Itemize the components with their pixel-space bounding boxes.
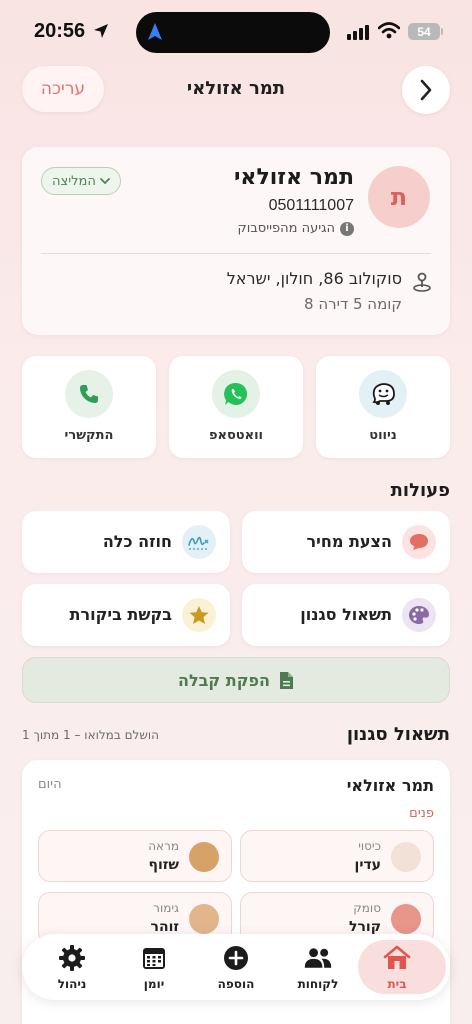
call-button[interactable]: התקשרי	[22, 356, 156, 458]
review-request-label: בקשת ביקורת	[69, 605, 172, 624]
waze-label: ניווט	[369, 428, 397, 443]
client-name: תמר אזולאי	[233, 165, 354, 190]
tab-add-label: הוספה	[217, 977, 255, 991]
swatch-category: כיסוי	[358, 839, 381, 853]
location-arrow-icon	[94, 24, 108, 38]
swatch-value: עדין	[354, 857, 381, 873]
style-questionnaire-button[interactable]: תשאול סגנון	[242, 584, 450, 646]
whatsapp-icon	[212, 370, 260, 418]
client-source-text: הגיעה מהפייסבוק	[237, 221, 336, 236]
document-icon	[280, 671, 294, 689]
client-source: i הגיעה מהפייסבוק	[237, 221, 354, 236]
create-receipt-label: הפקת קבלה	[178, 670, 271, 690]
divider	[41, 253, 431, 254]
waze-icon	[359, 370, 407, 418]
header: עריכה תמר אזולאי	[0, 64, 472, 114]
questionnaire-date: היום	[38, 777, 62, 792]
swatch-category: מראה	[148, 839, 179, 853]
chevron-down-icon	[99, 178, 110, 185]
swatch-category: סומק	[353, 901, 381, 915]
client-address[interactable]: סוקולוב 86, חולון, ישראל	[227, 269, 402, 288]
color-swatch	[391, 842, 421, 872]
badge-label: המליצה	[52, 173, 96, 189]
swatch-category: גימור	[153, 901, 179, 915]
tab-home[interactable]: בית	[356, 934, 446, 1000]
contract-label: חוזה כלה	[102, 532, 172, 551]
actions-title: פעולות	[390, 480, 450, 501]
tab-calendar-label: יומן	[143, 977, 165, 991]
calendar-icon	[139, 944, 169, 972]
add-circle-icon	[221, 944, 251, 972]
whatsapp-button[interactable]: וואטסאפ	[169, 356, 303, 458]
swatch-coverage: כיסוי עדין	[240, 830, 434, 882]
questionnaire-status: הושלם במלואו – 1 מתוך 1	[22, 728, 159, 742]
review-request-button[interactable]: בקשת ביקורת	[22, 584, 230, 646]
navigation-arrow-icon	[148, 23, 162, 40]
color-swatch	[391, 904, 421, 934]
back-button[interactable]	[402, 66, 450, 114]
questionnaire-client-name: תמר אזולאי	[346, 776, 434, 795]
wifi-icon	[378, 22, 400, 39]
battery-indicator: 54	[408, 23, 443, 40]
tab-clients-label: לקוחות	[297, 977, 339, 991]
create-receipt-button[interactable]: הפקת קבלה	[22, 657, 450, 703]
color-swatch	[189, 904, 219, 934]
quote-label: הצעת מחיר	[306, 532, 392, 551]
waze-button[interactable]: ניווט	[316, 356, 450, 458]
people-icon	[303, 944, 333, 972]
swatch-value: זוהר	[150, 919, 179, 935]
tab-bar: בית לקוחות הוספה יומן ניהול	[22, 934, 450, 1000]
quote-button[interactable]: הצעת מחיר	[242, 511, 450, 573]
home-icon	[382, 944, 412, 972]
client-address-detail: קומה 5 דירה 8	[304, 295, 402, 313]
phone-icon	[65, 370, 113, 418]
status-time: 20:56	[34, 20, 86, 42]
tab-home-label: בית	[387, 977, 407, 991]
tab-add[interactable]: הוספה	[195, 934, 277, 1000]
client-card: ת תמר אזולאי 0501111007 i הגיעה מהפייסבו…	[22, 147, 450, 335]
location-pin-icon	[413, 272, 431, 292]
signature-icon	[182, 525, 216, 559]
battery-level: 54	[417, 24, 431, 39]
whatsapp-label: וואטסאפ	[208, 428, 264, 443]
contract-button[interactable]: חוזה כלה	[22, 511, 230, 573]
swatch-value: קורל	[348, 919, 381, 935]
gear-icon	[57, 944, 87, 972]
questionnaire-title: תשאול סגנון	[346, 724, 450, 745]
tab-clients[interactable]: לקוחות	[277, 934, 359, 1000]
swatch-value: שזוף	[148, 857, 179, 873]
recommend-badge[interactable]: המליצה	[41, 167, 121, 195]
tab-calendar[interactable]: יומן	[113, 934, 195, 1000]
avatar: ת	[368, 166, 430, 228]
client-phone[interactable]: 0501111007	[269, 197, 354, 215]
call-label: התקשרי	[64, 428, 114, 443]
chevron-right-icon	[420, 79, 432, 101]
info-icon: i	[340, 221, 354, 236]
tab-manage[interactable]: ניהול	[31, 934, 113, 1000]
tab-manage-label: ניהול	[57, 977, 87, 991]
palette-icon	[402, 598, 436, 632]
swatch-look: מראה שזוף	[38, 830, 232, 882]
dynamic-island	[136, 12, 330, 53]
star-icon	[182, 598, 216, 632]
style-questionnaire-label: תשאול סגנון	[300, 605, 392, 624]
color-swatch	[189, 842, 219, 872]
chat-bubble-icon	[402, 525, 436, 559]
cellular-signal-icon	[347, 25, 369, 40]
status-bar: 20:56 54	[0, 0, 472, 60]
questionnaire-section: פנים	[409, 806, 434, 821]
